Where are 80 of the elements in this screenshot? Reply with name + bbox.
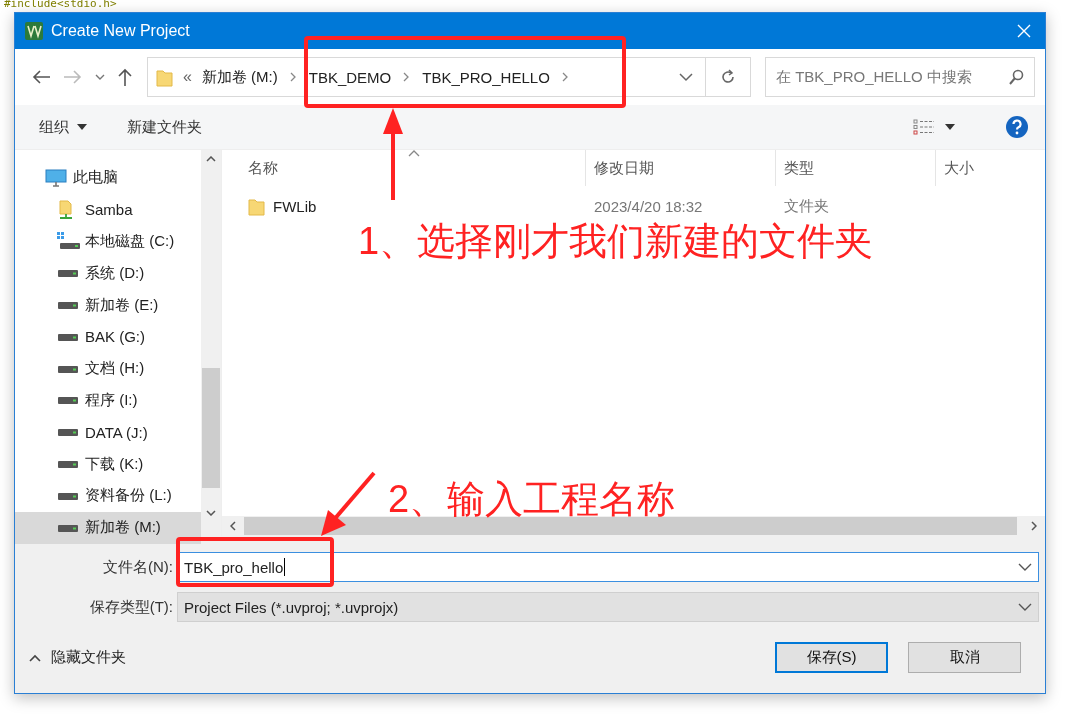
chevron-right-icon bbox=[561, 72, 569, 82]
nav-item[interactable]: Samba bbox=[15, 193, 201, 226]
drive-icon bbox=[57, 331, 79, 342]
help-icon[interactable] bbox=[1005, 115, 1029, 139]
overflow-chevron[interactable]: « bbox=[183, 68, 192, 86]
column-header[interactable]: 名称 bbox=[222, 150, 586, 186]
column-header[interactable]: 修改日期 bbox=[586, 150, 776, 186]
scroll-down-icon bbox=[206, 510, 216, 516]
caret-icon bbox=[77, 124, 87, 130]
search-field[interactable]: 在 TBK_PRO_HELLO 中搜索 bbox=[765, 57, 1035, 97]
nav-item[interactable]: 文档 (H:) bbox=[15, 352, 201, 385]
nav-item[interactable]: 资料备份 (L:) bbox=[15, 479, 201, 512]
nav-item[interactable]: 新加卷 (M:) bbox=[15, 511, 201, 544]
annotation-text: 2、输入工程名称 bbox=[388, 477, 676, 522]
new-folder-button[interactable]: 新建文件夹 bbox=[127, 113, 202, 141]
organize-menu-button[interactable]: 组织 bbox=[39, 113, 87, 141]
sort-caret-icon bbox=[408, 150, 420, 157]
dropdown-chevron-icon bbox=[1018, 603, 1032, 611]
up-arrow-icon[interactable] bbox=[117, 67, 133, 87]
close-icon[interactable] bbox=[1017, 24, 1031, 38]
column-header[interactable]: 大小 bbox=[936, 150, 1036, 186]
field-label: 文件名(N): bbox=[102, 557, 174, 577]
window-title: Create New Project bbox=[51, 22, 190, 40]
scrollbar-thumb[interactable] bbox=[244, 517, 1017, 535]
vertical-scrollbar[interactable] bbox=[201, 150, 221, 536]
chevron-right-icon bbox=[403, 72, 411, 82]
nav-item[interactable]: DATA (J:) bbox=[15, 416, 201, 449]
folder-icon bbox=[248, 196, 265, 216]
annotation-text: 1、选择刚才我们新建的文件夹 bbox=[358, 219, 874, 264]
drive-icon bbox=[57, 490, 79, 501]
chevron-down-icon[interactable] bbox=[95, 73, 105, 81]
chevron-up-icon bbox=[29, 653, 41, 662]
search-icon bbox=[1008, 69, 1024, 85]
drive-icon bbox=[57, 427, 79, 438]
view-options-icon[interactable] bbox=[913, 119, 935, 135]
scroll-up-icon bbox=[206, 156, 216, 162]
refresh-icon bbox=[720, 69, 736, 85]
drive-icon bbox=[57, 522, 79, 533]
file-type-dropdown[interactable]: Project Files (*.uvproj; *.uvprojx) bbox=[177, 592, 1039, 622]
nav-item[interactable]: 程序 (I:) bbox=[15, 384, 201, 417]
breadcrumb[interactable]: 新加卷 (M:) bbox=[201, 67, 278, 87]
nav-item[interactable]: BAK (G:) bbox=[15, 321, 201, 353]
scrollbar-thumb[interactable] bbox=[202, 368, 220, 488]
refresh-button[interactable] bbox=[705, 57, 751, 97]
folder-icon bbox=[156, 67, 173, 87]
scroll-left-icon bbox=[230, 521, 236, 531]
save-button[interactable]: 保存(S) bbox=[775, 642, 888, 673]
column-header[interactable]: 类型 bbox=[776, 150, 936, 186]
nav-item[interactable]: 下载 (K:) bbox=[15, 448, 201, 480]
horizontal-scrollbar[interactable] bbox=[222, 516, 1045, 536]
system-drive-icon bbox=[57, 232, 81, 251]
drive-icon bbox=[57, 268, 79, 279]
back-arrow-icon[interactable] bbox=[31, 69, 51, 85]
drive-icon bbox=[57, 395, 79, 406]
caret-icon[interactable] bbox=[945, 124, 955, 130]
breadcrumb[interactable]: TBK_PRO_HELLO bbox=[422, 68, 550, 86]
file-name: FWLib bbox=[273, 197, 317, 215]
drive-icon bbox=[57, 300, 79, 311]
nav-item[interactable]: 系统 (D:) bbox=[15, 257, 201, 290]
nav-item[interactable]: 此电脑 bbox=[15, 162, 201, 194]
breadcrumb[interactable]: TBK_DEMO bbox=[308, 68, 392, 86]
drive-icon bbox=[57, 363, 79, 374]
filename-field[interactable]: TBK_pro_hello bbox=[177, 552, 1039, 582]
chevron-right-icon bbox=[289, 72, 297, 82]
address-bar[interactable]: « 新加卷 (M:) TBK_DEMO TBK_PRO_HELLO bbox=[147, 57, 706, 97]
drive-icon bbox=[57, 459, 79, 470]
dropdown-chevron-icon[interactable] bbox=[679, 72, 693, 82]
cancel-button[interactable]: 取消 bbox=[908, 642, 1021, 673]
app-logo-icon bbox=[25, 22, 43, 40]
hide-folders-toggle[interactable]: 隐藏文件夹 bbox=[29, 648, 126, 667]
nav-item[interactable]: 新加卷 (E:) bbox=[15, 289, 201, 321]
monitor-icon bbox=[45, 168, 67, 187]
field-label: 保存类型(T): bbox=[88, 597, 174, 617]
network-folder-icon bbox=[57, 199, 75, 220]
file-type: 文件夹 bbox=[783, 196, 830, 216]
nav-item[interactable]: 本地磁盘 (C:) bbox=[15, 225, 201, 258]
dropdown-chevron-icon bbox=[1018, 563, 1032, 571]
scroll-right-icon bbox=[1031, 521, 1037, 531]
search-placeholder: 在 TBK_PRO_HELLO 中搜索 bbox=[776, 67, 973, 87]
modified-date: 2023/4/20 18:32 bbox=[593, 197, 704, 215]
